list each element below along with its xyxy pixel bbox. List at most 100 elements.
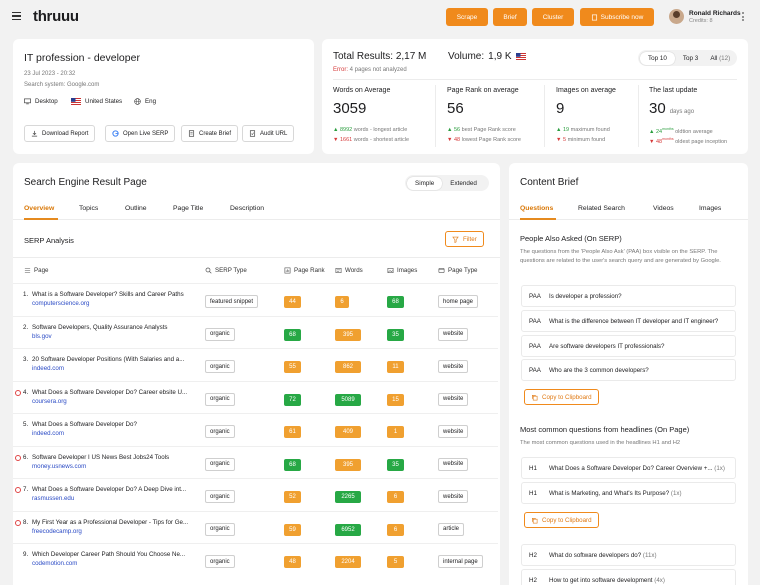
table-row[interactable]: 4. What Does a Software Developer Do? Car… bbox=[13, 380, 498, 414]
more-options-icon[interactable] bbox=[742, 12, 744, 23]
row-domain[interactable]: bls.gov bbox=[32, 333, 52, 340]
table-row[interactable]: 2. Software Developers, Quality Assurance… bbox=[13, 315, 498, 349]
hamburger-menu-icon[interactable] bbox=[12, 12, 21, 21]
row-domain[interactable]: computerscience.org bbox=[32, 300, 89, 307]
serp-type-tag: organic bbox=[205, 555, 235, 568]
scrape-button[interactable]: Scrape bbox=[446, 8, 488, 26]
filter-button[interactable]: Filter bbox=[445, 231, 484, 247]
table-row[interactable]: 9. Which Developer Career Path Should You… bbox=[13, 543, 498, 576]
paa-key: PAA bbox=[529, 293, 541, 300]
paa-key: PAA bbox=[529, 318, 541, 325]
audit-url-button[interactable]: Audit URL bbox=[242, 125, 295, 142]
column-header-page-rank[interactable]: Page Rank bbox=[284, 267, 325, 274]
divider bbox=[638, 85, 639, 147]
headline-question-text: What Does a Software Developer Do? Caree… bbox=[549, 465, 713, 472]
table-row[interactable]: 5. What Does a Software Developer Do? inde… bbox=[13, 413, 498, 446]
toggle-all[interactable]: All (12) bbox=[706, 52, 734, 65]
cluster-button[interactable]: Cluster bbox=[532, 8, 574, 26]
paa-question[interactable]: PAA Is developer a profession? bbox=[521, 285, 736, 307]
error-message: Error: 4 pages not analyzed bbox=[333, 67, 407, 73]
column-header-serp-type[interactable]: SERP Type bbox=[205, 267, 247, 274]
headline-text: What Does a Software Developer Do? Caree… bbox=[549, 465, 725, 472]
paa-text: Is developer a profession? bbox=[549, 293, 622, 300]
table-row[interactable]: 8. My First Year as a Professional Develo… bbox=[13, 510, 498, 544]
column-header-images[interactable]: Images bbox=[387, 267, 417, 274]
headline-question[interactable]: H1 What Does a Software Developer Do? Car… bbox=[521, 457, 736, 479]
row-title[interactable]: What Does a Software Developer Do? bbox=[32, 421, 194, 428]
row-domain[interactable]: money.usnews.com bbox=[32, 463, 86, 470]
column-header-page-type[interactable]: Page Type bbox=[438, 267, 477, 274]
download-report-button[interactable]: Download Report bbox=[24, 125, 96, 142]
toggle-extended[interactable]: Extended bbox=[442, 177, 485, 190]
stat-down-value: 1661 bbox=[339, 137, 353, 143]
table-row[interactable]: 3. 20 Software Developer Positions (With … bbox=[13, 348, 498, 381]
tab-videos[interactable]: Videos bbox=[653, 205, 674, 212]
total-results: Total Results: 2,17 M bbox=[333, 51, 426, 62]
row-domain[interactable]: indeed.com bbox=[32, 430, 64, 437]
row-domain[interactable]: codemotion.com bbox=[32, 560, 77, 567]
paa-text: What is the difference between IT develo… bbox=[549, 318, 719, 325]
us-flag-icon bbox=[71, 98, 81, 105]
divider bbox=[544, 85, 545, 147]
tab-related-search[interactable]: Related Search bbox=[578, 205, 625, 212]
row-domain[interactable]: freecodecamp.org bbox=[32, 528, 82, 535]
words-badge: 409 bbox=[335, 426, 361, 438]
tab-description[interactable]: Description bbox=[230, 205, 264, 212]
headline-key: H2 bbox=[529, 577, 537, 584]
tab-overview[interactable]: Overview bbox=[24, 205, 54, 212]
toggle-top3[interactable]: Top 3 bbox=[675, 52, 706, 65]
paa-question[interactable]: PAA What is the difference between IT dev… bbox=[521, 310, 736, 332]
create-brief-button[interactable]: Create Brief bbox=[181, 125, 239, 142]
paa-question[interactable]: PAA Are software developers IT profession… bbox=[521, 335, 736, 357]
row-title[interactable]: My First Year as a Professional Develope… bbox=[32, 519, 194, 526]
words-badge: 2265 bbox=[335, 491, 361, 503]
tab-page-title[interactable]: Page Title bbox=[173, 205, 203, 212]
headline-question[interactable]: H1 What is Marketing, and What's Its Purp… bbox=[521, 482, 736, 504]
tab-images[interactable]: Images bbox=[699, 205, 721, 212]
table-row[interactable]: 1. What is a Software Developer? Skills a… bbox=[13, 283, 498, 316]
row-title[interactable]: What Does a Software Developer Do? A Dee… bbox=[32, 486, 194, 493]
table-row[interactable]: 7. What Does a Software Developer Do? A D… bbox=[13, 478, 498, 511]
copy-label: Copy to Clipboard bbox=[542, 393, 592, 401]
list-icon bbox=[24, 268, 31, 273]
row-title[interactable]: Software Developer I US News Best Jobs24… bbox=[32, 454, 194, 461]
toggle-simple[interactable]: Simple bbox=[407, 176, 443, 190]
paa-question[interactable]: PAA Who are the 3 common developers? bbox=[521, 359, 736, 381]
images-badge: 35 bbox=[387, 328, 404, 341]
column-header-words[interactable]: Words bbox=[335, 267, 363, 274]
tab-topics[interactable]: Topics bbox=[79, 205, 98, 212]
table-row[interactable]: 6. Software Developer I US News Best Jobs… bbox=[13, 445, 498, 479]
subscribe-button[interactable]: Subscribe now bbox=[580, 8, 654, 26]
toggle-top10[interactable]: Top 10 bbox=[640, 51, 675, 65]
app-logo[interactable]: thruuu bbox=[33, 8, 79, 25]
copy-to-clipboard-button[interactable]: Copy to Clipboard bbox=[524, 512, 599, 528]
volume-label: Volume: bbox=[448, 51, 485, 62]
error-label: Error: bbox=[333, 67, 348, 73]
headline-question[interactable]: H2 How to get into software development (… bbox=[521, 569, 736, 585]
serp-type-tag: organic bbox=[205, 392, 235, 406]
headline-question-text: How to get into software development bbox=[549, 577, 653, 584]
row-title[interactable]: What Does a Software Developer Do? Caree… bbox=[32, 389, 194, 396]
row-domain[interactable]: rasmussen.edu bbox=[32, 495, 74, 502]
stat-label: Words on Average bbox=[333, 87, 391, 94]
copy-to-clipboard-button[interactable]: Copy to Clipboard bbox=[524, 389, 599, 405]
avatar[interactable] bbox=[669, 9, 684, 24]
column-header-page[interactable]: Page bbox=[24, 267, 48, 274]
tab-questions[interactable]: Questions bbox=[520, 205, 553, 212]
row-title[interactable]: Which Developer Career Path Should You C… bbox=[32, 551, 194, 558]
row-domain[interactable]: indeed.com bbox=[32, 365, 64, 372]
row-number: 6. bbox=[23, 453, 29, 461]
row-domain[interactable]: coursera.org bbox=[32, 398, 67, 405]
tab-outline[interactable]: Outline bbox=[125, 205, 147, 212]
warning-icon bbox=[15, 519, 21, 526]
words-icon bbox=[335, 268, 342, 273]
open-live-serp-button[interactable]: Open Live SERP bbox=[105, 125, 176, 142]
row-title[interactable]: Software Developers, Quality Assurance A… bbox=[32, 324, 194, 331]
serp-type-tag: organic bbox=[205, 360, 235, 373]
row-title[interactable]: What is a Software Developer? Skills and… bbox=[32, 291, 194, 298]
row-title[interactable]: 20 Software Developer Positions (With Sa… bbox=[32, 356, 194, 363]
common-questions-description: The most common questions used in the he… bbox=[520, 440, 681, 446]
filter-label: Filter bbox=[463, 235, 477, 243]
brief-button[interactable]: Brief bbox=[493, 8, 527, 26]
headline-question[interactable]: H2 What do software developers do? (11x) bbox=[521, 544, 736, 566]
